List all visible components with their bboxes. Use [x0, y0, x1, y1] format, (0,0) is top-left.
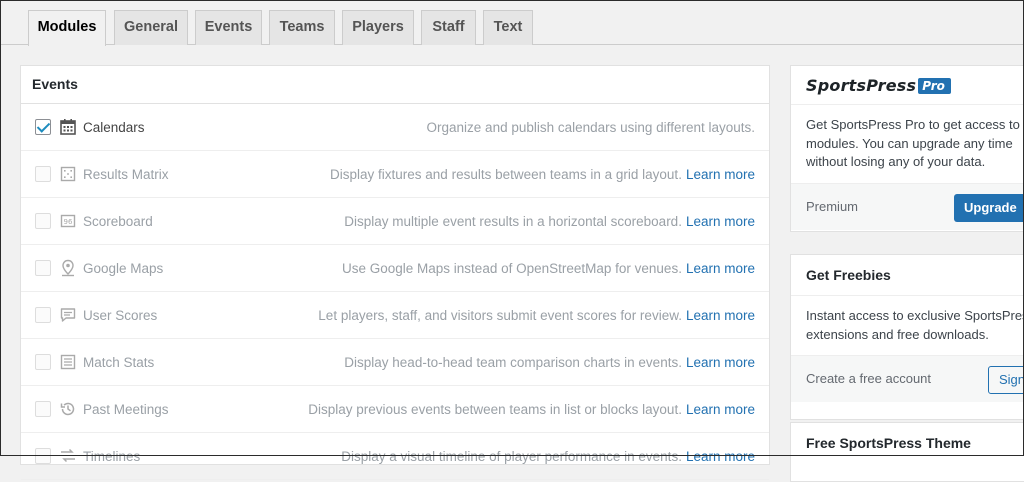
- module-name: Timelines: [83, 449, 141, 464]
- upgrade-button[interactable]: Upgrade: [954, 194, 1024, 222]
- svg-text:96: 96: [64, 218, 73, 226]
- tab-teams[interactable]: Teams: [269, 10, 335, 45]
- module-row-past-meetings: Past Meetings Display previous events be…: [21, 386, 769, 433]
- learn-more-link[interactable]: Learn more: [686, 167, 755, 182]
- map-pin-icon: [59, 259, 77, 277]
- freebies-text: Instant access to exclusive SportsPress …: [791, 296, 1024, 356]
- module-checkbox-user-scores[interactable]: [35, 307, 51, 323]
- tab-modules[interactable]: Modules: [28, 10, 106, 46]
- create-account-label: Create a free account: [806, 371, 932, 386]
- premium-label: Premium: [806, 199, 859, 214]
- free-theme-title: Free SportsPress Theme: [806, 435, 971, 451]
- pro-box-footer: Premium Upgrade: [791, 184, 1024, 230]
- pro-box-header: SportsPress Pro: [791, 66, 1024, 105]
- module-name: Results Matrix: [83, 167, 169, 182]
- module-description: Display head-to-head team comparison cha…: [344, 355, 755, 370]
- freebies-box: Get Freebies Instant access to exclusive…: [790, 254, 1024, 420]
- module-description: Display previous events between teams in…: [308, 402, 755, 417]
- module-checkbox-calendars[interactable]: [35, 119, 51, 135]
- calendar-icon: [59, 118, 77, 136]
- module-row-scoreboard: 96 Scoreboard Display multiple event res…: [21, 198, 769, 245]
- module-checkbox-past-meetings[interactable]: [35, 401, 51, 417]
- module-row-calendars: Calendars Organize and publish calendars…: [21, 104, 769, 151]
- tab-text[interactable]: Text: [483, 10, 533, 45]
- module-row-match-stats: Match Stats Display head-to-head team co…: [21, 339, 769, 386]
- module-description: Display multiple event results in a hori…: [344, 214, 755, 229]
- module-checkbox-match-stats[interactable]: [35, 354, 51, 370]
- learn-more-link[interactable]: Learn more: [686, 214, 755, 229]
- tab-staff[interactable]: Staff: [421, 10, 476, 45]
- tab-players[interactable]: Players: [342, 10, 414, 45]
- module-checkbox-timelines[interactable]: [35, 448, 51, 464]
- stats-chart-icon: [59, 353, 77, 371]
- freebies-title: Get Freebies: [791, 255, 1024, 296]
- learn-more-link[interactable]: Learn more: [686, 261, 755, 276]
- history-icon: [59, 400, 77, 418]
- events-modules-panel: Events Calendars Organize and publish ca…: [20, 65, 770, 480]
- module-row-user-scores: User Scores Let players, staff, and visi…: [21, 292, 769, 339]
- module-row-google-maps: Google Maps Use Google Maps instead of O…: [21, 245, 769, 292]
- module-name: Past Meetings: [83, 402, 169, 417]
- module-row-results-matrix: Results Matrix Display fixtures and resu…: [21, 151, 769, 198]
- module-checkbox-results-matrix[interactable]: [35, 166, 51, 182]
- module-checkbox-scoreboard[interactable]: [35, 213, 51, 229]
- panel-title: Events: [21, 66, 769, 104]
- module-description: Let players, staff, and visitors submit …: [318, 308, 755, 323]
- pro-upgrade-box: SportsPress Pro Get SportsPress Pro to ge…: [790, 65, 1024, 232]
- module-description: Display fixtures and results between tea…: [330, 167, 755, 182]
- sign-up-button[interactable]: Sign Up: [988, 366, 1024, 394]
- tab-events[interactable]: Events: [195, 10, 262, 45]
- settings-tabs: Modules General Events Teams Players Sta…: [0, 0, 1024, 46]
- pro-box-text: Get SportsPress Pro to get access to mod…: [791, 105, 1024, 184]
- scoreboard-icon: 96: [59, 212, 77, 230]
- module-row-timelines: Timelines Display a visual timeline of p…: [21, 433, 769, 480]
- tab-general[interactable]: General: [114, 10, 188, 45]
- learn-more-link[interactable]: Learn more: [686, 355, 755, 370]
- module-description: Display a visual timeline of player perf…: [341, 449, 755, 464]
- timeline-icon: [59, 447, 77, 465]
- module-description: Organize and publish calendars using dif…: [426, 120, 755, 135]
- module-name: Match Stats: [83, 355, 155, 370]
- speech-bubble-icon: [59, 306, 77, 324]
- module-name: User Scores: [83, 308, 158, 323]
- free-theme-box: Free SportsPress Theme: [790, 422, 1024, 482]
- module-name: Scoreboard: [83, 214, 153, 229]
- learn-more-link[interactable]: Learn more: [686, 308, 755, 323]
- freebies-footer: Create a free account Sign Up: [791, 356, 1024, 402]
- sportspress-pro-logo: SportsPress Pro: [806, 76, 951, 96]
- module-checkbox-google-maps[interactable]: [35, 260, 51, 276]
- module-name: Calendars: [83, 120, 145, 135]
- grid-icon: [59, 165, 77, 183]
- learn-more-link[interactable]: Learn more: [686, 402, 755, 417]
- module-name: Google Maps: [83, 261, 164, 276]
- module-description: Use Google Maps instead of OpenStreetMap…: [342, 261, 755, 276]
- learn-more-link[interactable]: Learn more: [686, 449, 755, 464]
